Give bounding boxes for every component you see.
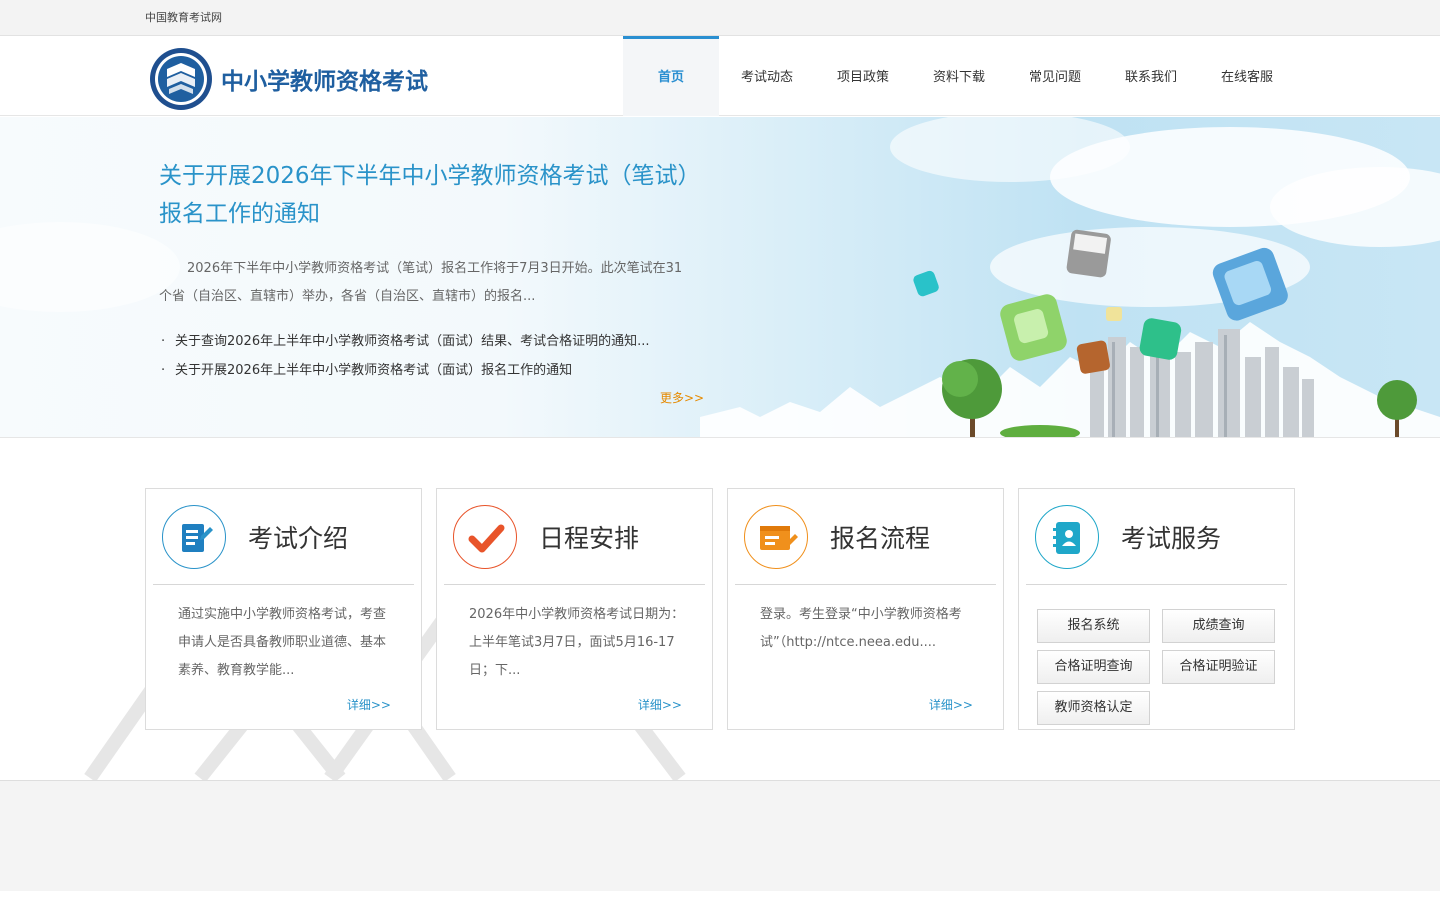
nav-faq[interactable]: 常见问题 <box>1007 36 1103 116</box>
card-divider <box>444 584 705 585</box>
card-divider <box>1026 584 1287 585</box>
page-footer <box>0 780 1440 891</box>
card-title[interactable]: 考试介绍 <box>248 519 348 555</box>
headline-link[interactable]: 关于开展2026年下半年中小学教师资格考试（笔试）报名工作的通知 <box>159 157 699 233</box>
card-exam-services: 考试服务 报名系统 成绩查询 合格证明查询 合格证明验证 教师资格认定 <box>1018 488 1295 730</box>
site-header: 中小学教师资格考试 首页 考试动态 项目政策 资料下载 常见问题 联系我们 在线… <box>0 36 1440 116</box>
card-title[interactable]: 日程安排 <box>539 519 639 555</box>
card-text: 登录。考生登录“中小学教师资格考试”（http://ntce.neea.edu.… <box>760 607 962 650</box>
bullet-icon: · <box>161 334 166 349</box>
nav-exam-news[interactable]: 考试动态 <box>719 36 815 116</box>
bullet-icon: · <box>161 363 166 378</box>
detail-link[interactable]: 详细>> <box>638 696 682 713</box>
registration-system-button[interactable]: 报名系统 <box>1037 609 1150 643</box>
card-title[interactable]: 考试服务 <box>1121 519 1221 555</box>
news-item[interactable]: · 关于查询2026年上半年中小学教师资格考试（面试）结果、考试合格证明的通知..… <box>161 327 701 356</box>
card-divider <box>153 584 414 585</box>
card-divider <box>735 584 996 585</box>
main-nav: 首页 考试动态 项目政策 资料下载 常见问题 联系我们 在线客服 <box>623 36 1295 116</box>
site-title[interactable]: 中小学教师资格考试 <box>221 62 428 96</box>
nav-home[interactable]: 首页 <box>623 36 719 116</box>
nav-contact[interactable]: 联系我们 <box>1103 36 1199 116</box>
headline-summary: 2026年下半年中小学教师资格考试（笔试）报名工作将于7月3日开始。此次笔试在3… <box>159 261 683 304</box>
teacher-qualification-button[interactable]: 教师资格认定 <box>1037 691 1150 725</box>
checkmark-icon <box>453 505 517 569</box>
news-list: · 关于查询2026年上半年中小学教师资格考试（面试）结果、考试合格证明的通知..… <box>161 327 701 385</box>
detail-link[interactable]: 详细>> <box>929 696 973 713</box>
news-banner: 关于开展2026年下半年中小学教师资格考试（笔试）报名工作的通知 2026年下半… <box>0 117 1440 438</box>
certificate-verify-button[interactable]: 合格证明验证 <box>1162 650 1275 684</box>
nav-online-service[interactable]: 在线客服 <box>1199 36 1295 116</box>
card-exam-intro: 考试介绍 通过实施中小学教师资格考试，考查申请人是否具备教师职业道德、基本素养、… <box>145 488 422 730</box>
card-registration-process: 报名流程 登录。考生登录“中小学教师资格考试”（http://ntce.neea… <box>727 488 1004 730</box>
card-text: 2026年中小学教师资格考试日期为：上半年笔试3月7日，面试5月16-17日；下… <box>469 607 685 678</box>
signup-form-icon <box>744 505 808 569</box>
card-title[interactable]: 报名流程 <box>830 519 930 555</box>
contact-book-icon <box>1035 505 1099 569</box>
card-schedule: 日程安排 2026年中小学教师资格考试日期为：上半年笔试3月7日，面试5月16-… <box>436 488 713 730</box>
nav-downloads[interactable]: 资料下载 <box>911 36 1007 116</box>
card-text: 通过实施中小学教师资格考试，考查申请人是否具备教师职业道德、基本素养、教育教学能… <box>178 607 387 678</box>
score-query-button[interactable]: 成绩查询 <box>1162 609 1275 643</box>
neea-site-link[interactable]: 中国教育考试网 <box>145 9 222 25</box>
logo-emblem-icon[interactable] <box>149 47 213 111</box>
certificate-query-button[interactable]: 合格证明查询 <box>1037 650 1150 684</box>
top-bar: 中国教育考试网 <box>0 0 1440 36</box>
detail-link[interactable]: 详细>> <box>347 696 391 713</box>
document-edit-icon <box>162 505 226 569</box>
news-item[interactable]: · 关于开展2026年上半年中小学教师资格考试（面试）报名工作的通知 <box>161 356 701 385</box>
nav-policy[interactable]: 项目政策 <box>815 36 911 116</box>
more-news-link[interactable]: 更多>> <box>660 389 704 406</box>
